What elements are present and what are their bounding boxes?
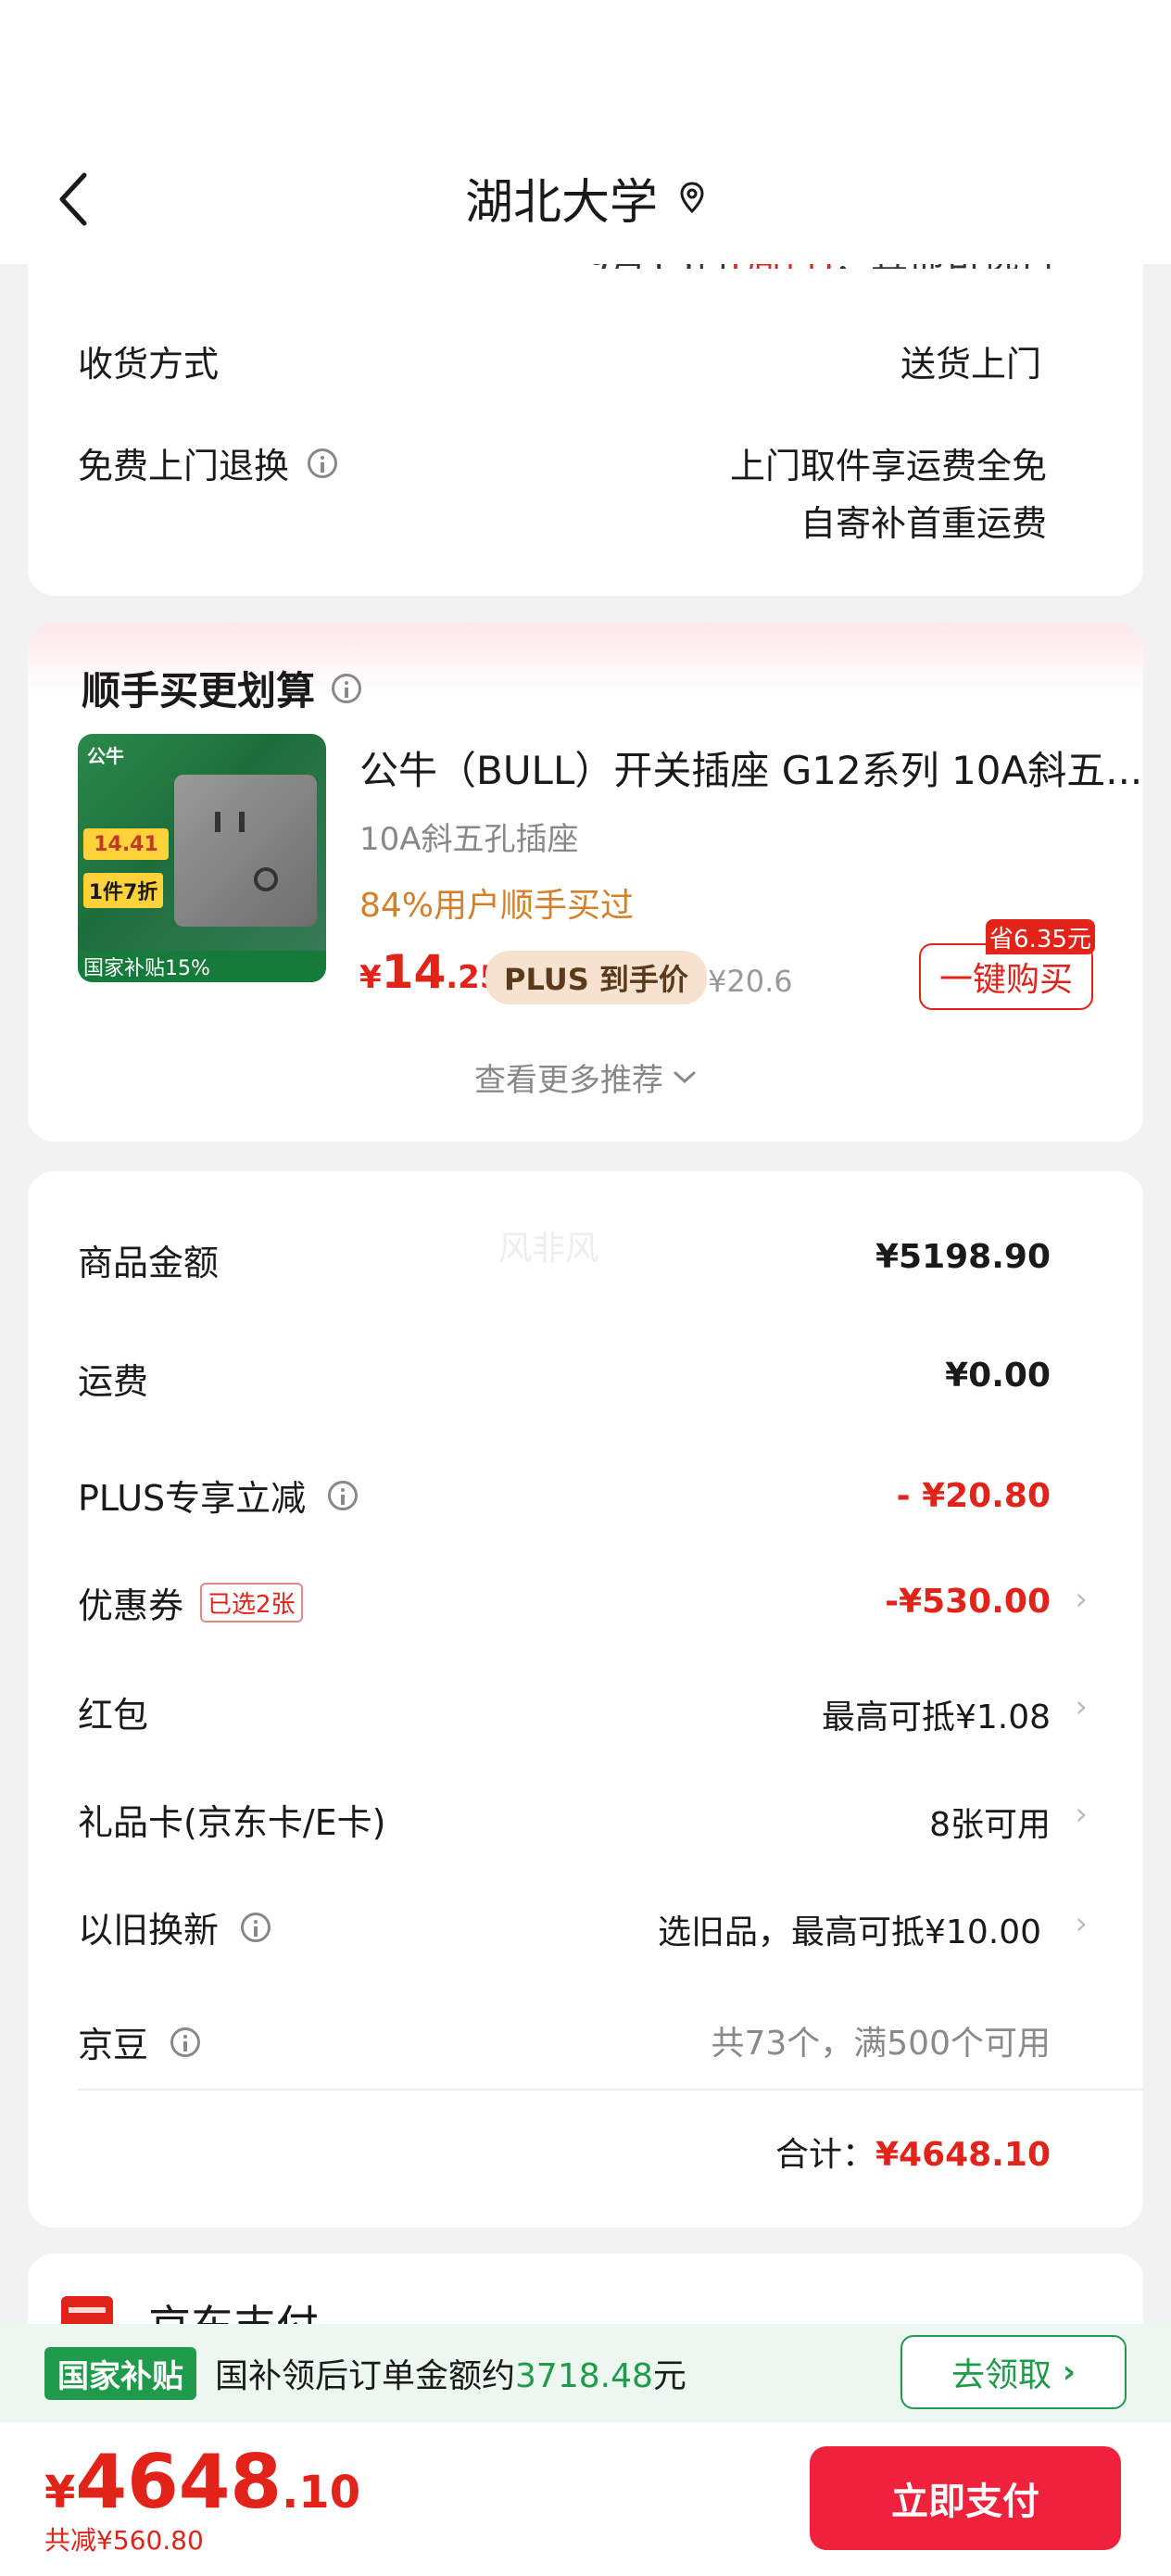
subsidy-text: 国补领后订单金额约3718.48元 — [215, 2357, 686, 2395]
total-value: ¥4648.10 — [875, 2136, 1051, 2174]
freight-label: 运费 — [78, 1361, 149, 1402]
total-label: 合计： — [774, 2136, 875, 2174]
total-row: 合计： ¥4648.10 — [775, 2128, 1051, 2176]
info-icon[interactable] — [332, 673, 362, 703]
bottom-total: ¥4648.10 — [44, 2439, 360, 2525]
chevron-right-icon[interactable]: › — [1075, 1905, 1088, 1942]
bottom-total-currency: ¥ — [44, 2467, 76, 2519]
product-image-discount: 1件7折 — [83, 873, 163, 908]
bottom-total-int: 4648 — [75, 2439, 283, 2525]
more-recommend-link[interactable]: 查看更多推荐 — [0, 1054, 1171, 1100]
product-image[interactable]: 公牛 14.41 1件7折 国家补贴15% — [78, 734, 326, 982]
more-recommend-label: 查看更多推荐 — [474, 1062, 663, 1099]
goods-amount-value: ¥5198.90 — [875, 1238, 1051, 1276]
recommend-title: 顺手买更划算 — [82, 668, 316, 713]
page-title: 湖北大学 — [464, 174, 658, 231]
chevron-right-icon: › — [1063, 2354, 1077, 2391]
jd-beans-label: 京豆 — [78, 2025, 149, 2065]
watermark: 风非风 — [498, 1230, 599, 1268]
chevron-right-icon[interactable]: › — [1075, 1796, 1088, 1833]
info-icon[interactable] — [328, 1480, 359, 1510]
subsidy-bar: 国家补贴 国补领后订单金额约3718.48元 去领取 › — [0, 2324, 1171, 2422]
claim-subsidy-button[interactable]: 去领取 › — [900, 2335, 1127, 2409]
claim-subsidy-label: 去领取 — [951, 2356, 1051, 2394]
product-name[interactable]: 公牛（BULL）开关插座 G12系列 10A斜五... — [359, 739, 1142, 796]
jd-beans-row: 京豆 — [78, 2016, 201, 2067]
product-image-subsidy: 国家补贴15% — [78, 951, 326, 982]
amount-divider — [78, 2089, 1143, 2090]
product-original-price: ¥20.6 — [708, 964, 793, 999]
socket-illustration — [174, 775, 317, 927]
free-return-value-2: 自寄补首重运费 — [800, 503, 1047, 544]
gift-card-value[interactable]: 8张可用 — [929, 1798, 1051, 1846]
chevron-down-icon — [674, 1071, 696, 1083]
trade-in-row: 以旧换新 — [78, 1901, 271, 1952]
recommend-header: 顺手买更划算 — [82, 660, 362, 716]
freight-value: ¥0.00 — [945, 1357, 1051, 1395]
trade-in-label: 以旧换新 — [78, 1910, 220, 1951]
product-price-int: 14 — [381, 945, 447, 999]
bottom-total-dec: .10 — [282, 2467, 361, 2519]
red-packet-value[interactable]: 最高可抵¥1.08 — [822, 1690, 1051, 1738]
plus-discount-value: - ¥20.80 — [896, 1477, 1051, 1515]
free-return-value-1: 上门取件享运费全免 — [729, 446, 1047, 486]
product-spec: 10A斜五孔插座 — [359, 821, 579, 858]
product-image-brand: 公牛 — [87, 745, 124, 767]
product-price-row: ¥ 14 .25 — [359, 945, 502, 999]
red-packet-label: 红包 — [78, 1695, 149, 1736]
trade-in-value[interactable]: 选旧品，最高可抵¥10.00 — [658, 1905, 1041, 1953]
pay-now-button[interactable]: 立即支付 — [810, 2446, 1121, 2550]
coupon-value[interactable]: -¥530.00 — [885, 1583, 1051, 1621]
gift-card-label: 礼品卡(京东卡/E卡) — [78, 1802, 386, 1843]
free-return-label: 免费上门退换 — [78, 446, 290, 486]
info-icon[interactable] — [308, 448, 338, 478]
gov-subsidy-badge: 国家补贴 — [44, 2346, 196, 2400]
coupon-row[interactable]: 优惠券 已选2张 — [78, 1577, 303, 1628]
chevron-right-icon[interactable]: › — [1075, 1581, 1088, 1618]
plus-price-badge: PLUS 到手价 — [485, 951, 707, 1004]
coupon-selected-tag: 已选2张 — [200, 1583, 303, 1623]
jd-beans-value: 共73个，满500个可用 — [711, 2025, 1051, 2063]
location-pin-icon — [680, 182, 704, 214]
free-return-row[interactable]: 免费上门退换 — [78, 437, 338, 488]
coupon-label: 优惠券 — [78, 1585, 184, 1626]
product-purchase-tip: 84%用户顺手买过 — [359, 887, 635, 925]
plus-discount-label: PLUS专享立减 — [78, 1478, 307, 1519]
product-price-currency: ¥ — [359, 959, 382, 996]
delivery-method-value: 送货上门 — [900, 344, 1041, 385]
product-image-price: 14.41 — [83, 828, 169, 860]
header-title-area[interactable]: 湖北大学 — [0, 165, 1171, 231]
bottom-saved-amount: 共减¥560.80 — [44, 2525, 204, 2556]
plus-discount-row: PLUS专享立减 — [78, 1470, 359, 1521]
info-icon[interactable] — [241, 1912, 271, 1942]
save-amount-tag: 省6.35元 — [986, 919, 1095, 954]
delivery-method-label: 收货方式 — [78, 344, 220, 385]
info-icon[interactable] — [170, 2027, 201, 2057]
goods-amount-label: 商品金额 — [78, 1243, 220, 1283]
chevron-right-icon[interactable]: › — [1075, 1688, 1088, 1725]
